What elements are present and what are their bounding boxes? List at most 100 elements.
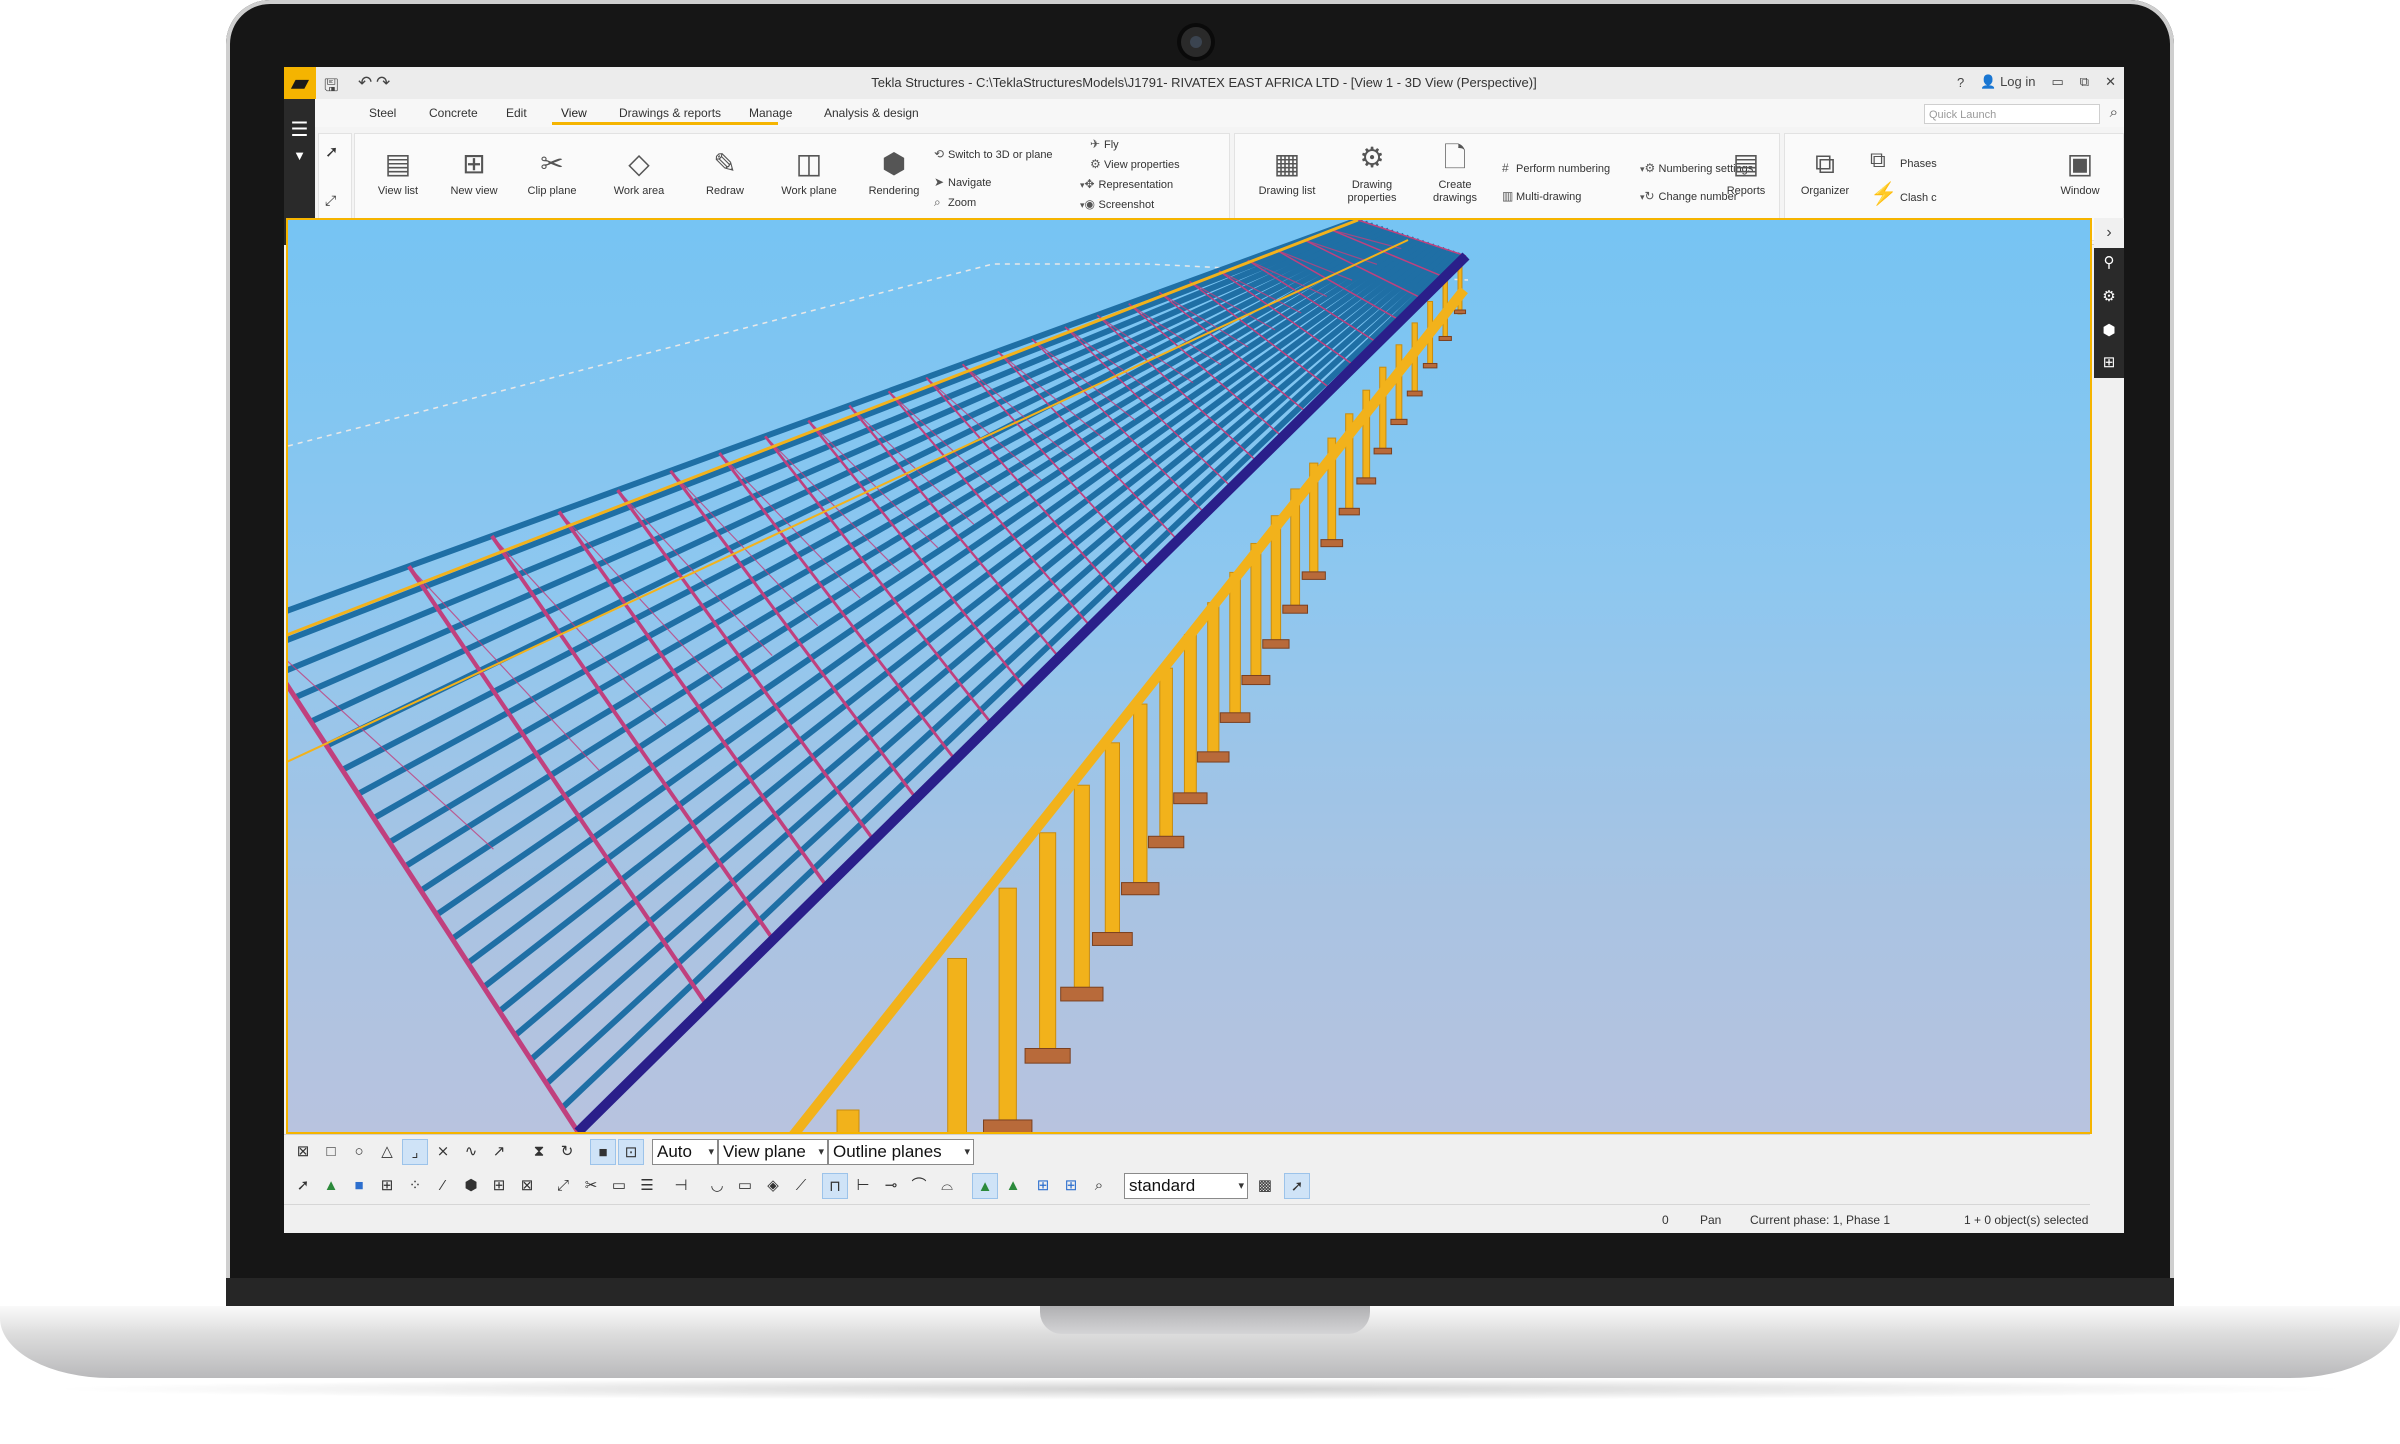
link-icon[interactable]: ⚲ — [2094, 248, 2124, 278]
select-bolts-icon[interactable]: ⊠ — [514, 1173, 540, 1199]
select-welds-icon[interactable]: ⤢ — [550, 1173, 576, 1199]
minimize-icon[interactable]: ▭ — [2052, 74, 2064, 90]
switch-3d-button[interactable]: ⟲ Switch to 3D or plane — [934, 147, 1053, 161]
restore-icon[interactable]: ⧉ — [2080, 74, 2089, 90]
clash-check-button[interactable]: ⚡ Clash c — [1870, 181, 1937, 207]
select-parts-icon[interactable]: ▲ — [318, 1173, 344, 1199]
select-magnet-icon[interactable]: ⊓ — [822, 1173, 848, 1199]
new-view-button[interactable]: ⊞ New view — [444, 147, 504, 197]
quick-launch-input[interactable]: Quick Launch — [1924, 104, 2100, 124]
fly-button[interactable]: ✈ Fly — [1090, 137, 1119, 151]
select-layers-icon[interactable]: ◈ — [760, 1173, 786, 1199]
select-arc-icon[interactable]: ⌓ — [934, 1173, 960, 1199]
select-filtered-parts-icon[interactable]: ▲ — [972, 1173, 998, 1199]
select-components-icon[interactable]: ⊣ — [668, 1173, 694, 1199]
select-objects-icon[interactable]: ■ — [346, 1173, 372, 1199]
navigate-button[interactable]: ➤ Navigate — [934, 175, 991, 189]
select-arrow-icon[interactable]: ➚ — [325, 142, 338, 162]
tab-steel[interactable]: Steel — [369, 106, 396, 120]
cube-icon[interactable]: ⬢ — [2094, 316, 2124, 346]
select-polyline-icon[interactable]: ⌒ — [906, 1173, 932, 1199]
zoom-selected-icon[interactable]: ⌕ — [1086, 1173, 1112, 1199]
view-list-button[interactable]: ▤ View list — [370, 147, 426, 197]
hamburger-icon[interactable]: ☰ — [284, 117, 315, 142]
search-icon[interactable]: ⌕ — [2110, 104, 2118, 121]
select-measure-icon[interactable]: ⟋ — [788, 1173, 814, 1199]
login-link[interactable]: 👤 Log in — [1980, 74, 2035, 90]
outline-select[interactable]: Outline planes ▾ — [828, 1139, 974, 1165]
column — [1133, 703, 1148, 888]
help-icon[interactable]: ? — [1957, 75, 1964, 90]
zoom-label: Zoom — [948, 197, 977, 209]
select-assembly-icon[interactable]: ⬢ — [458, 1173, 484, 1199]
cross-snap-icon[interactable]: ⨯ — [430, 1139, 456, 1165]
create-drawings-button[interactable]: 🗋 Create drawings — [1422, 141, 1488, 205]
snap-icon[interactable]: ⤢ — [325, 192, 336, 209]
tab-edit[interactable]: Edit — [506, 106, 527, 120]
view-mode-select[interactable]: Auto ▾ — [652, 1139, 718, 1165]
drawing-list-button[interactable]: ▦ Drawing list — [1252, 147, 1322, 197]
create-drawings-label-1: Create — [1438, 179, 1472, 191]
point-snap-icon[interactable]: ■ — [590, 1139, 616, 1165]
tab-manage[interactable]: Manage — [749, 106, 792, 120]
drawing-properties-button[interactable]: ⚙ Drawing properties — [1336, 141, 1408, 205]
3d-view-viewport[interactable]: Z Y X — [286, 218, 2092, 1134]
select-views-icon[interactable]: ▭ — [606, 1173, 632, 1199]
clip-plane-button[interactable]: ✂ Clip plane — [522, 147, 582, 197]
select-surfaces-icon[interactable]: ▭ — [732, 1173, 758, 1199]
select-grid-icon[interactable]: ⊞ — [374, 1173, 400, 1199]
redraw-button[interactable]: ✎ Redraw — [696, 147, 754, 197]
hourglass-icon[interactable]: ⧗ — [526, 1139, 552, 1165]
user-icon: 👤 — [1980, 74, 1997, 89]
tab-view[interactable]: View — [561, 106, 587, 120]
screenshot-button[interactable]: ▾◉ Screenshot — [1080, 197, 1154, 211]
tab-drawings-reports[interactable]: Drawings & reports — [619, 106, 721, 120]
multi-drawing-button[interactable]: ▥ Multi-drawing — [1502, 189, 1581, 203]
free-snap-icon[interactable]: ↗ — [486, 1139, 512, 1165]
select-cut-line-icon[interactable]: ⊢ — [850, 1173, 876, 1199]
tab-concrete[interactable]: Concrete — [429, 106, 478, 120]
perform-numbering-button[interactable]: # Perform numbering — [1502, 161, 1610, 175]
gear-icon[interactable]: ⚙ — [2094, 282, 2124, 312]
components-icon[interactable]: ⊞ — [2094, 348, 2124, 378]
outline-value: Outline planes — [833, 1142, 942, 1161]
work-plane-button[interactable]: ◫ Work plane — [776, 147, 842, 197]
zoom-button[interactable]: ⌕ Zoom — [934, 195, 976, 210]
expand-sidebar-button[interactable]: › — [2094, 218, 2124, 248]
phases-button[interactable]: ⧉ Phases — [1870, 147, 1937, 173]
footing — [1406, 390, 1423, 397]
grid-snap-icon[interactable]: ⊡ — [618, 1139, 644, 1165]
window-button[interactable]: ▣ Window — [2052, 147, 2108, 197]
rendering-button[interactable]: ⬢ Rendering — [864, 147, 924, 197]
select-points-icon[interactable]: ⁘ — [402, 1173, 428, 1199]
work-area-button[interactable]: ◇ Work area — [606, 147, 672, 197]
select-cuts-icon[interactable]: ✂ — [578, 1173, 604, 1199]
corner-snap-icon[interactable]: ⌟ — [402, 1139, 428, 1165]
organizer-button[interactable]: ⧉ Organizer — [1792, 147, 1858, 197]
select-assembly-objects-icon[interactable]: ⊞ — [1030, 1173, 1056, 1199]
select-arrow-icon[interactable]: ➚ — [290, 1173, 316, 1199]
tab-analysis-design[interactable]: Analysis & design — [824, 106, 919, 120]
wave-icon[interactable]: ∿ — [458, 1139, 484, 1165]
select-node-icon[interactable]: ⊸ — [878, 1173, 904, 1199]
plane-select[interactable]: View plane ▾ — [718, 1139, 828, 1165]
filter-settings-icon[interactable]: ▩ — [1252, 1173, 1278, 1199]
select-all-icon[interactable]: ⊠ — [290, 1139, 316, 1165]
representation-button[interactable]: ▾✥ Representation — [1080, 177, 1173, 191]
close-icon[interactable]: ✕ — [2105, 74, 2116, 90]
circle-icon[interactable]: ○ — [346, 1139, 372, 1165]
selection-filter-select[interactable]: standard ▾ — [1124, 1173, 1248, 1199]
select-cast-unit-icon[interactable]: ⊞ — [1058, 1173, 1084, 1199]
select-lines-icon[interactable]: ⁄ — [430, 1173, 456, 1199]
select-reinforcement-icon[interactable]: ◡ — [704, 1173, 730, 1199]
rotate-icon[interactable]: ↻ — [554, 1139, 580, 1165]
select-planes-icon[interactable]: ☰ — [634, 1173, 660, 1199]
view-properties-button[interactable]: ⚙ View properties — [1090, 157, 1180, 171]
select-part-icon[interactable]: ▲ — [1000, 1173, 1026, 1199]
select-grid-lines-icon[interactable]: ⊞ — [486, 1173, 512, 1199]
chevron-down-icon[interactable]: ▼ — [284, 148, 315, 163]
reports-button[interactable]: ▤ Reports — [1716, 147, 1776, 197]
cursor-select-icon[interactable]: ➚ — [1284, 1173, 1310, 1199]
triangle-icon[interactable]: △ — [374, 1139, 400, 1165]
rectangle-icon[interactable]: □ — [318, 1139, 344, 1165]
